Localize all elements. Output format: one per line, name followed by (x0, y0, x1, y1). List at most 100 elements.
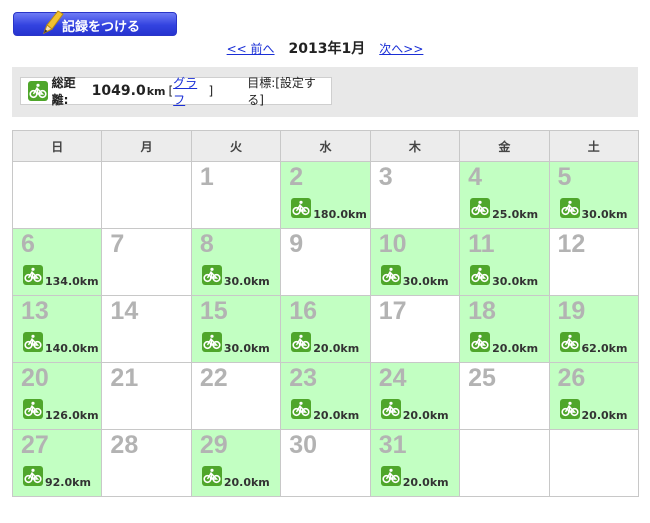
calendar-day-cell[interactable]: 21 (101, 362, 192, 430)
calendar-day-cell[interactable]: 8 30.0km (190, 228, 282, 296)
ride-record[interactable]: 30.0km (201, 332, 270, 355)
ride-distance: 180.0km (313, 208, 367, 221)
day-number: 16 (289, 297, 318, 325)
day-number: 15 (199, 297, 228, 325)
calendar-day-cell[interactable]: 12 (548, 228, 640, 296)
calendar-day-cell[interactable]: 20 126.0km (11, 362, 103, 430)
day-number: 25 (468, 364, 496, 392)
weekday-header: 金 (459, 130, 550, 162)
day-number: 10 (378, 230, 407, 258)
day-number: 17 (378, 297, 407, 325)
bicycle-icon (201, 466, 222, 486)
ride-distance: 20.0km (492, 342, 539, 355)
ride-record[interactable]: 25.0km (470, 198, 539, 221)
distance-value: 1049.0 (91, 83, 146, 99)
ride-distance: 30.0km (223, 342, 270, 355)
weekday-header: 火 (190, 130, 282, 162)
calendar-day-cell[interactable]: 28 (101, 429, 192, 497)
day-number: 5 (557, 163, 572, 191)
calendar-day-cell[interactable]: 19 62.0km (548, 295, 640, 363)
ride-record[interactable]: 92.0km (23, 466, 91, 489)
ride-distance: 20.0km (223, 476, 270, 489)
calendar-day-cell[interactable]: 11 30.0km (459, 228, 550, 296)
calendar-day-cell[interactable]: 27 92.0km (11, 429, 103, 497)
calendar-day-cell[interactable]: 5 30.0km (548, 161, 640, 229)
ride-distance: 126.0km (45, 409, 99, 422)
goal-setting[interactable]: 目標:[設定する] (247, 74, 331, 108)
calendar-day-cell[interactable]: 16 20.0km (280, 295, 371, 363)
graph-link[interactable]: グラフ (173, 74, 208, 108)
ride-distance: 140.0km (45, 342, 99, 355)
ride-distance: 134.0km (45, 275, 99, 288)
ride-record[interactable]: 20.0km (380, 466, 449, 489)
day-number: 4 (468, 163, 483, 191)
ride-record[interactable]: 20.0km (559, 399, 627, 422)
calendar-day-cell[interactable]: 26 20.0km (548, 362, 640, 430)
calendar-day-cell[interactable]: 3 (369, 161, 461, 229)
calendar-day-cell[interactable]: 14 (101, 295, 192, 363)
calendar-day-cell[interactable]: 15 30.0km (190, 295, 282, 363)
calendar-week-row: 1 2 180.0km 3 4 25.0km 5 30.0km (11, 161, 640, 229)
calendar-week-row: 6 134.0km 7 8 30.0km 9 10 30.0km 11 30.0km 12 (11, 228, 640, 296)
ride-distance: 20.0km (313, 342, 360, 355)
month-navigation: << 前へ 2013年1月 次へ>> (0, 38, 650, 58)
bicycle-icon (28, 81, 48, 101)
calendar-day-cell[interactable]: 17 (369, 295, 461, 363)
calendar-day-cell[interactable]: 22 (190, 362, 282, 430)
ride-record[interactable]: 30.0km (201, 265, 270, 288)
calendar-day-cell[interactable]: 1 (190, 161, 282, 229)
ride-record[interactable]: 20.0km (201, 466, 270, 489)
calendar-empty-cell (548, 429, 640, 497)
calendar: 日月火水木金土 1 2 180.0km 3 4 25.0km 5 30.0km 6 134.0km… (11, 130, 640, 497)
calendar-empty-cell (101, 161, 192, 229)
prev-month-link[interactable]: << 前へ (227, 40, 275, 57)
ride-distance: 62.0km (581, 342, 628, 355)
calendar-day-cell[interactable]: 7 (101, 228, 192, 296)
day-number: 7 (110, 230, 125, 258)
calendar-day-cell[interactable]: 29 20.0km (190, 429, 282, 497)
ride-record[interactable]: 180.0km (291, 198, 367, 221)
ride-distance: 30.0km (223, 275, 270, 288)
ride-distance: 25.0km (492, 208, 539, 221)
ride-record[interactable]: 140.0km (23, 332, 99, 355)
ride-distance: 92.0km (45, 476, 91, 489)
calendar-day-cell[interactable]: 23 20.0km (280, 362, 371, 430)
record-button[interactable]: 記録をつける (13, 10, 177, 36)
next-month-link[interactable]: 次へ>> (379, 40, 423, 57)
ride-record[interactable]: 30.0km (470, 265, 538, 288)
calendar-day-cell[interactable]: 10 30.0km (369, 228, 461, 296)
calendar-body: 1 2 180.0km 3 4 25.0km 5 30.0km 6 134.0km 7 8 30.0km… (11, 161, 640, 497)
day-number: 24 (378, 364, 407, 392)
ride-record[interactable]: 20.0km (291, 399, 359, 422)
bicycle-icon (470, 198, 491, 218)
calendar-day-cell[interactable]: 31 20.0km (369, 429, 461, 497)
calendar-day-cell[interactable]: 13 140.0km (11, 295, 103, 363)
ride-record[interactable]: 20.0km (380, 399, 449, 422)
calendar-day-cell[interactable]: 18 20.0km (459, 295, 550, 363)
bicycle-icon (201, 332, 222, 352)
ride-record[interactable]: 20.0km (470, 332, 539, 355)
ride-record[interactable]: 20.0km (291, 332, 360, 355)
bicycle-icon (23, 399, 43, 419)
ride-record[interactable]: 30.0km (380, 265, 449, 288)
ride-record[interactable]: 126.0km (23, 399, 99, 422)
weekday-header-row: 日月火水木金土 (11, 130, 640, 162)
distance-label: 総距離: (51, 76, 76, 107)
ride-record[interactable]: 62.0km (559, 332, 628, 355)
weekday-header: 水 (280, 130, 371, 162)
ride-distance: 20.0km (402, 476, 449, 489)
bicycle-icon (559, 198, 580, 218)
calendar-day-cell[interactable]: 25 (459, 362, 550, 430)
ride-record[interactable]: 134.0km (23, 265, 99, 288)
day-number: 31 (378, 431, 407, 459)
bicycle-icon (559, 332, 580, 352)
calendar-day-cell[interactable]: 9 (280, 228, 371, 296)
calendar-day-cell[interactable]: 4 25.0km (459, 161, 550, 229)
bicycle-icon (23, 466, 43, 486)
calendar-day-cell[interactable]: 24 20.0km (369, 362, 461, 430)
calendar-day-cell[interactable]: 6 134.0km (11, 228, 103, 296)
calendar-day-cell[interactable]: 2 180.0km (280, 161, 371, 229)
ride-record[interactable]: 30.0km (559, 198, 627, 221)
bicycle-icon (380, 265, 401, 285)
calendar-day-cell[interactable]: 30 (280, 429, 371, 497)
